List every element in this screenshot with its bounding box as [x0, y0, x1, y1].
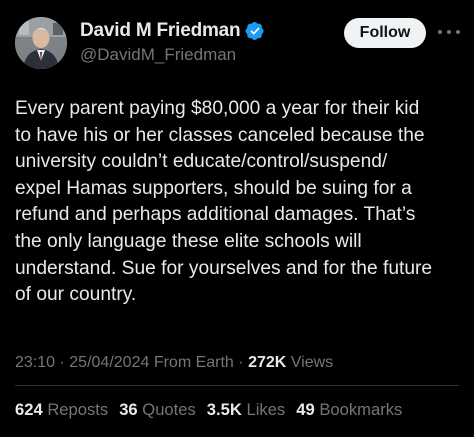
- bookmarks-label: Bookmarks: [319, 400, 403, 419]
- post-text: Every parent paying $80,000 a year for t…: [15, 98, 433, 306]
- bookmarks-count: 49: [296, 400, 315, 419]
- author-handle[interactable]: @DavidM_Friedman: [80, 45, 236, 65]
- engagement-stats: 624 Reposts 36 Quotes 3.5K Likes 49 Book…: [15, 400, 402, 420]
- reposts-count: 624: [15, 400, 43, 419]
- more-dot: [447, 30, 451, 34]
- views-count: 272K: [248, 354, 287, 371]
- bookmarks-stat[interactable]: 49 Bookmarks: [296, 400, 402, 420]
- more-dot: [456, 30, 460, 34]
- follow-button[interactable]: Follow: [344, 18, 426, 48]
- quotes-stat[interactable]: 36 Quotes: [119, 400, 196, 420]
- more-dot: [438, 30, 442, 34]
- post-date[interactable]: 25/04/2024: [69, 354, 149, 371]
- meta-separator: ·: [59, 354, 65, 371]
- post-time[interactable]: 23:10: [15, 354, 55, 371]
- avatar-photo: [15, 17, 67, 69]
- verified-badge-icon[interactable]: [245, 21, 265, 41]
- likes-label: Likes: [246, 400, 286, 419]
- author-display-name[interactable]: David M Friedman: [80, 20, 241, 42]
- more-horizontal-icon[interactable]: [438, 24, 460, 40]
- likes-count: 3.5K: [206, 400, 242, 419]
- views-label: Views: [290, 354, 334, 371]
- divider: [15, 385, 459, 386]
- meta-separator: ·: [238, 354, 244, 371]
- avatar[interactable]: [15, 17, 67, 69]
- post-card: David M Friedman @DavidM_Friedman Follow…: [0, 0, 474, 437]
- likes-stat[interactable]: 3.5K Likes: [207, 400, 285, 420]
- quotes-count: 36: [119, 400, 138, 419]
- reposts-stat[interactable]: 624 Reposts: [15, 400, 108, 420]
- post-metadata: 23:10 · 25/04/2024 From Earth · 272K Vie…: [15, 354, 333, 372]
- quotes-label: Quotes: [142, 400, 196, 419]
- author-name-row: David M Friedman: [80, 20, 265, 42]
- reposts-label: Reposts: [47, 400, 109, 419]
- post-source: From Earth: [153, 354, 234, 371]
